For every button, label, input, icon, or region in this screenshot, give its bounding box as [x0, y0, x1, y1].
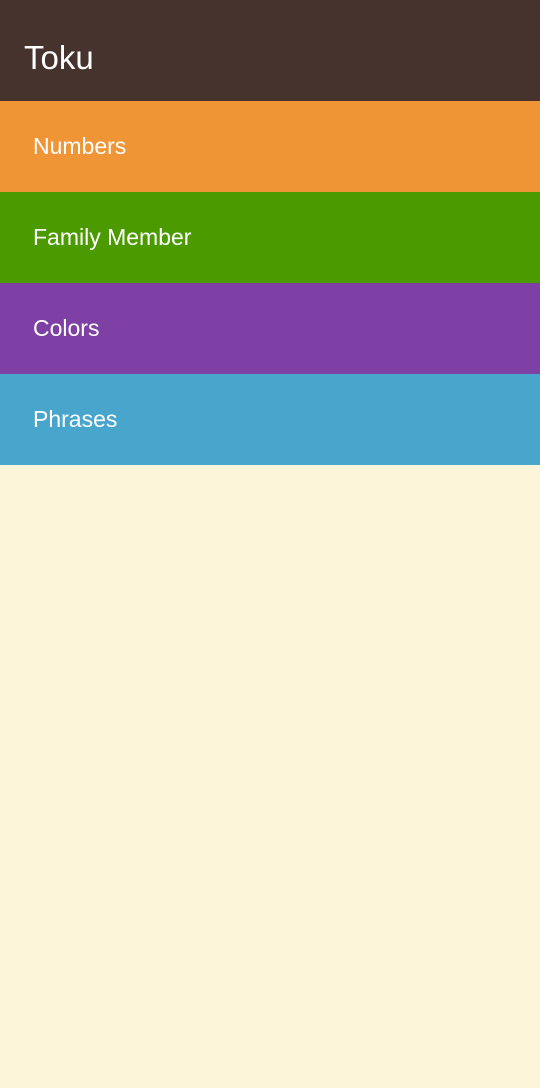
category-item-numbers[interactable]: Numbers [0, 101, 540, 192]
category-label: Numbers [33, 133, 127, 159]
category-item-family-member[interactable]: Family Member [0, 192, 540, 283]
category-label: Family Member [33, 224, 192, 250]
category-label: Phrases [33, 406, 118, 432]
category-item-phrases[interactable]: Phrases [0, 374, 540, 465]
app-title: Toku [24, 39, 94, 76]
category-item-colors[interactable]: Colors [0, 283, 540, 374]
app-screen: Toku Numbers Family Member Colors Phrase… [0, 0, 540, 1088]
category-list: Numbers Family Member Colors Phrases [0, 101, 540, 465]
app-bar: Toku [0, 0, 540, 101]
empty-content-area [0, 465, 540, 1088]
category-label: Colors [33, 315, 100, 341]
